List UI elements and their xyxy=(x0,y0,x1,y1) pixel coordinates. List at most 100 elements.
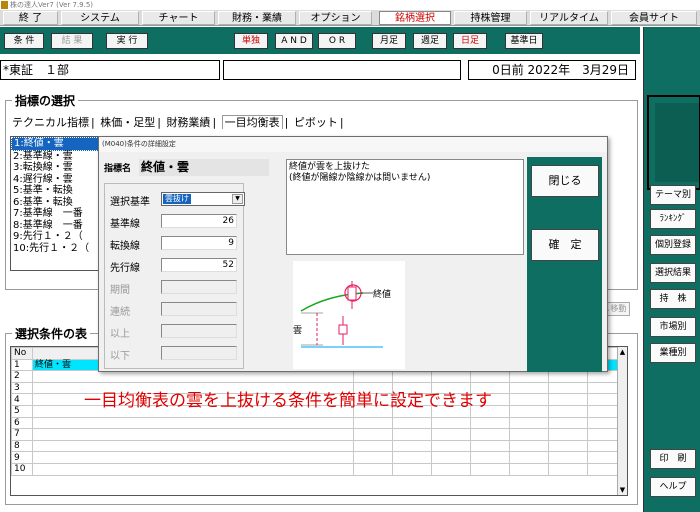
chevron-down-icon[interactable]: ▼ xyxy=(232,194,243,204)
menu-exit[interactable]: 終 了 xyxy=(3,11,58,25)
list-item[interactable]: 3:転換線・雲 xyxy=(11,162,99,174)
field-label-max: 以下 xyxy=(110,351,130,362)
status-row: *東証 １部 0日前 2022年 3月29日 xyxy=(0,57,640,82)
table-row[interactable]: 10 xyxy=(11,462,628,476)
field-label-conversion-line: 転換線 xyxy=(110,241,140,252)
status-blank xyxy=(223,60,461,80)
days-ago-text: 0日前 xyxy=(492,63,524,77)
right-panel: テーマ別 ﾗﾝｷﾝｸﾞ 個別登録 選択結果 持 株 市場別 業種別 印 刷 ヘル… xyxy=(643,27,700,512)
menu-holdings[interactable]: 持株管理 xyxy=(454,11,527,25)
selection-result-button[interactable]: 選択結果 xyxy=(650,263,696,283)
indicator-panel-title: 指標の選択 xyxy=(12,92,79,109)
leading-line-input[interactable]: 52 xyxy=(161,258,237,272)
window-title: 株の達人Ver7 (Ver 7.9.5) xyxy=(10,1,94,9)
list-item[interactable]: 1:終値・雲 xyxy=(11,137,99,151)
list-item[interactable]: 8:基準線 一番 xyxy=(11,220,99,232)
or-button[interactable]: O R xyxy=(318,33,356,49)
table-row[interactable]: 6 xyxy=(11,416,628,430)
condition-detail-dialog: (M040)条件の詳細設定 指標名 終値・雲 終値が雲を上抜けた (終値が陽線か… xyxy=(98,136,608,372)
selected-panel-title: 選択条件の表 xyxy=(12,325,91,342)
list-item[interactable]: 7:基準線 一番 xyxy=(11,208,99,220)
conversion-line-input[interactable]: 9 xyxy=(161,236,237,250)
and-button[interactable]: A N D xyxy=(275,33,313,49)
close-price-label: 終値 xyxy=(373,290,392,300)
result-button[interactable]: 結 果 xyxy=(51,33,93,49)
list-item[interactable]: 9:先行１・２（ xyxy=(11,231,99,243)
menu-options[interactable]: オプション xyxy=(299,11,372,25)
max-input xyxy=(161,346,237,360)
indicator-name-label: 指標名 xyxy=(104,164,132,174)
feature-caption: 一目均衡表の雲を上抜ける条件を簡単に設定できます xyxy=(84,391,492,411)
list-item[interactable]: 5:基準・転換 xyxy=(11,185,99,197)
tab-pivot[interactable]: ピボット xyxy=(294,116,338,129)
indicator-list[interactable]: 1:終値・雲 2:基準線・雲 3:転換線・雲 4:遅行線・雲 5:基準・転換 6… xyxy=(10,136,100,271)
tab-technical[interactable]: テクニカル指標 xyxy=(12,116,89,129)
dialog-title: (M040)条件の詳細設定 xyxy=(99,137,607,152)
field-label-leading-line: 先行線 xyxy=(110,263,140,274)
column-header-no: No xyxy=(11,347,33,360)
indicator-name-value: 終値・雲 xyxy=(139,159,269,176)
list-item[interactable]: 2:基準線・雲 xyxy=(11,151,99,163)
field-label-consecutive: 連続 xyxy=(110,307,130,318)
print-button[interactable]: 印 刷 xyxy=(650,449,696,469)
period-input xyxy=(161,280,237,294)
tab-ichimoku[interactable]: 一目均衡表 xyxy=(221,115,283,129)
table-row[interactable]: 7 xyxy=(11,428,628,441)
table-scrollbar[interactable]: ▲ ▼ xyxy=(617,347,627,495)
dialog-button-panel: 閉じる 確 定 xyxy=(527,157,602,372)
ichimoku-diagram: 終値 雲 xyxy=(293,261,405,369)
list-item[interactable]: 6:基準・転換 xyxy=(11,197,99,209)
consecutive-input xyxy=(161,302,237,316)
indicator-description: 終値が雲を上抜けた (終値が陽線か陰線かは問いません) xyxy=(286,159,524,255)
table-row[interactable]: 2 xyxy=(11,370,628,383)
monthly-button[interactable]: 月足 xyxy=(372,33,406,49)
help-button[interactable]: ヘルプ xyxy=(650,477,696,497)
table-row[interactable]: 9 xyxy=(11,451,628,464)
tab-financial[interactable]: 財務業績 xyxy=(166,116,210,129)
date-text: 2022年 3月29日 xyxy=(527,63,629,77)
daily-button[interactable]: 日足 xyxy=(453,33,487,49)
condition-button[interactable]: 条 件 xyxy=(4,33,44,49)
holdings-button[interactable]: 持 株 xyxy=(650,289,696,309)
run-button[interactable]: 実 行 xyxy=(106,33,148,49)
field-label-period: 期間 xyxy=(110,285,130,296)
table-row[interactable]: 8 xyxy=(11,439,628,453)
menu-chart[interactable]: チャート xyxy=(142,11,215,25)
base-date-button[interactable]: 基準日 xyxy=(505,33,543,49)
scroll-down-icon[interactable]: ▼ xyxy=(618,485,627,495)
criteria-select[interactable]: 雲抜け ▼ xyxy=(161,192,245,206)
right-panel-display xyxy=(647,95,700,190)
menu-bar: 終 了 システム チャート 財務・業績 オプション 銘柄選択 持株管理 リアルタ… xyxy=(0,10,700,26)
tab-price-candle[interactable]: 株価・足型 xyxy=(100,116,155,129)
title-bar: 株の達人Ver7 (Ver 7.9.5) xyxy=(0,0,700,10)
menu-realtime[interactable]: リアルタイム xyxy=(530,11,608,25)
market-label: *東証 １部 xyxy=(0,60,220,80)
toolbar: 条 件 結 果 実 行 単独 A N D O R 月足 週足 日足 基準日 xyxy=(0,27,640,54)
field-label-base-line: 基準線 xyxy=(110,219,140,230)
individual-register-button[interactable]: 個別登録 xyxy=(650,235,696,255)
list-item[interactable]: 10:先行１・２（ xyxy=(11,243,99,255)
app-icon xyxy=(1,1,8,9)
confirm-button[interactable]: 確 定 xyxy=(531,229,599,261)
ichimoku-diagram-svg xyxy=(300,281,383,348)
scroll-up-icon[interactable]: ▲ xyxy=(618,347,627,357)
fields-group xyxy=(104,183,244,369)
menu-system[interactable]: システム xyxy=(61,11,139,25)
cloud-label: 雲 xyxy=(293,326,303,336)
criteria-select-value: 雲抜け xyxy=(163,194,191,204)
menu-stock-selection[interactable]: 銘柄選択 xyxy=(379,11,451,25)
industry-button[interactable]: 業種別 xyxy=(650,343,696,363)
theme-button[interactable]: テーマ別 xyxy=(650,185,696,205)
date-display: 0日前 2022年 3月29日 xyxy=(468,60,636,80)
base-line-input[interactable]: 26 xyxy=(161,214,237,228)
close-dialog-button[interactable]: 閉じる xyxy=(531,165,599,197)
market-button[interactable]: 市場別 xyxy=(650,317,696,337)
indicator-tabs: テクニカル指標 | 株価・足型 | 財務業績 | 一目均衡表 | ピボット | xyxy=(12,115,344,129)
single-button[interactable]: 単独 xyxy=(234,33,268,49)
list-item[interactable]: 4:遅行線・雲 xyxy=(11,174,99,186)
min-input xyxy=(161,324,237,338)
weekly-button[interactable]: 週足 xyxy=(413,33,447,49)
menu-financials[interactable]: 財務・業績 xyxy=(218,11,296,25)
ranking-button[interactable]: ﾗﾝｷﾝｸﾞ xyxy=(650,209,696,229)
menu-member-site[interactable]: 会員サイト xyxy=(611,11,697,25)
